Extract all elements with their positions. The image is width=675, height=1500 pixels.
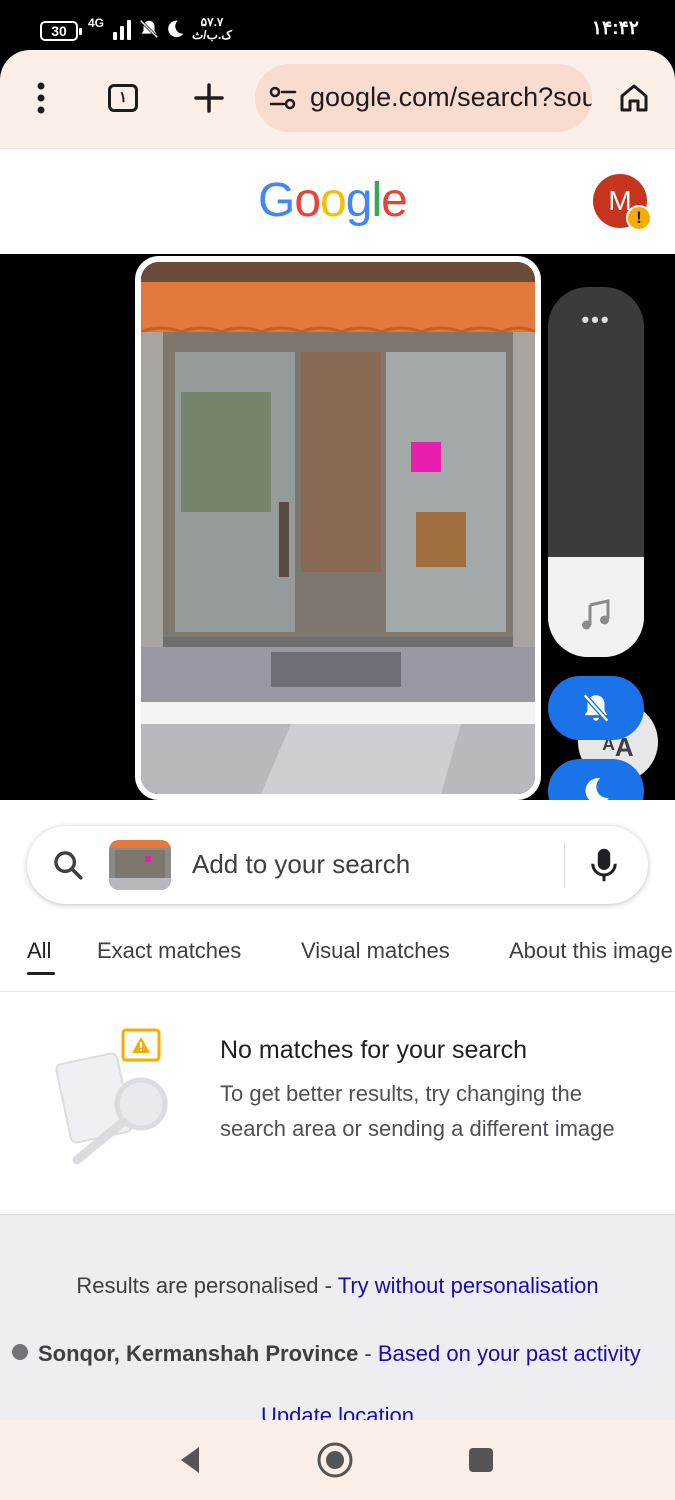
home-circle-icon <box>317 1442 353 1478</box>
search-image-thumbnail[interactable] <box>109 840 171 890</box>
new-tab-button[interactable] <box>185 74 233 122</box>
site-settings-icon[interactable] <box>269 86 297 110</box>
thumbnail-photo <box>109 840 171 890</box>
no-results-illustration-icon <box>55 1028 168 1165</box>
signal-icon <box>113 20 131 40</box>
plus-icon <box>194 83 224 113</box>
search-input[interactable]: Add to your search <box>192 849 410 880</box>
system-nav-bar <box>0 1420 675 1500</box>
notifications-off-icon <box>139 19 159 39</box>
menu-button[interactable] <box>17 74 65 122</box>
clock: ۱۴:۴۲ <box>591 18 639 39</box>
volume-level-fill[interactable] <box>548 557 644 657</box>
no-matches-description: To get better results, try changing the … <box>220 1081 615 1141</box>
tab-visual-matches[interactable]: Visual matches <box>301 938 450 964</box>
storefront-photo <box>141 262 535 794</box>
network-speed: ۵۷.۷ ک.ب/ث <box>192 15 233 42</box>
warning-badge-icon: ! <box>626 205 652 231</box>
more-vert-icon <box>37 82 45 114</box>
moon-icon <box>168 20 184 38</box>
personalisation-notice: Results are personalised - Try without p… <box>76 1273 599 1298</box>
search-box[interactable]: Add to your search <box>27 826 648 904</box>
google-logo[interactable]: Google <box>258 173 408 228</box>
results-tabs: All Exact matches Visual matches About t… <box>0 934 675 992</box>
google-header: Google M <box>0 148 675 254</box>
page-footer: Results are personalised - Try without p… <box>0 1214 675 1420</box>
notifications-off-icon <box>582 693 610 723</box>
tab-all[interactable]: All <box>27 938 51 964</box>
browser-toolbar: ۱ google.com/search?sou <box>0 50 675 148</box>
tab-exact-matches[interactable]: Exact matches <box>97 938 241 964</box>
recents-square-icon <box>469 1448 493 1472</box>
mute-notifications-button[interactable] <box>548 676 644 740</box>
try-without-personalisation-link[interactable]: Try without personalisation <box>338 1273 599 1298</box>
location-info: Sonqor, Kermanshah Province - Based on y… <box>12 1341 675 1367</box>
tab-switcher-button[interactable]: ۱ <box>99 74 147 122</box>
battery-indicator: 30 <box>40 21 82 41</box>
volume-panel[interactable]: ••• <box>548 287 644 657</box>
location-dot-icon <box>12 1344 28 1360</box>
location-name: Sonqor, Kermanshah Province <box>38 1341 359 1366</box>
url-text[interactable]: google.com/search?sou <box>310 82 592 113</box>
volume-more-icon[interactable]: ••• <box>548 307 644 333</box>
search-section: Add to your search All Exact matches Vis… <box>0 800 675 992</box>
search-icon[interactable] <box>51 848 85 882</box>
no-matches-card: No matches for your search To get better… <box>0 992 675 1214</box>
recents-button[interactable] <box>459 1438 503 1482</box>
past-activity-link[interactable]: Based on your past activity <box>378 1341 641 1366</box>
back-triangle-icon <box>181 1447 199 1473</box>
update-location-link[interactable]: Update location <box>0 1403 675 1420</box>
home-button[interactable] <box>610 74 658 122</box>
no-matches-title: No matches for your search <box>220 1036 528 1064</box>
crop-selection-frame[interactable] <box>135 256 541 800</box>
address-bar[interactable]: google.com/search?sou <box>255 64 592 132</box>
status-bar: 30 4G ۵۷.۷ ک.ب/ث ۱۴:۴۲ <box>0 0 675 56</box>
back-button[interactable] <box>168 1438 212 1482</box>
microphone-icon[interactable] <box>589 846 619 884</box>
tab-about-this-image[interactable]: About this image <box>509 938 673 964</box>
home-nav-button[interactable] <box>313 1438 357 1482</box>
tab-count: ۱ <box>108 84 138 112</box>
music-note-icon <box>582 599 610 630</box>
divider <box>564 842 565 888</box>
active-tab-indicator <box>27 972 55 975</box>
network-type: 4G <box>88 16 105 30</box>
home-icon <box>620 84 648 112</box>
